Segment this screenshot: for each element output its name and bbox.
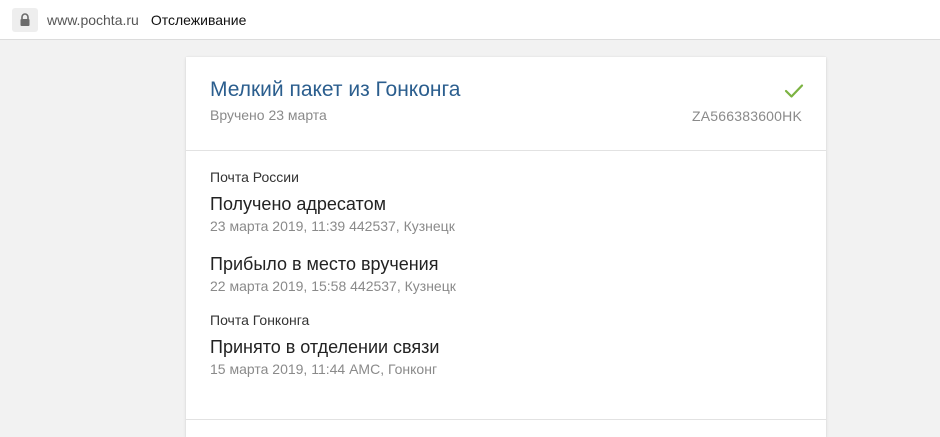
card-header: Мелкий пакет из Гонконга Вручено 23 март… — [186, 57, 826, 151]
event-title: Прибыло в место вручения — [210, 254, 439, 274]
card-divider — [186, 419, 826, 420]
event-meta: 23 марта 2019, 11:39 442537, Кузнецк — [210, 218, 455, 234]
carrier-name: Почта России — [210, 169, 299, 185]
browser-address-bar[interactable]: www.pochta.ru Отслеживание — [0, 0, 940, 40]
lock-icon[interactable] — [12, 8, 38, 32]
url-domain: www.pochta.ru — [47, 12, 139, 28]
tracking-number[interactable]: ZA566383600HK — [692, 108, 802, 124]
tracking-event: Прибыло в место вручения 22 марта 2019, … — [210, 252, 802, 296]
event-meta: 15 марта 2019, 11:44 AMC, Гонконг — [210, 361, 438, 377]
event-title: Принято в отделении связи — [210, 337, 440, 357]
carrier-name: Почта Гонконга — [210, 312, 310, 328]
package-title: Мелкий пакет из Гонконга — [210, 78, 461, 101]
tracking-events: Почта России Получено адресатом 23 марта… — [186, 151, 826, 379]
tracking-event: Получено адресатом 23 марта 2019, 11:39 … — [210, 192, 802, 236]
check-icon — [784, 84, 804, 98]
url-page-title: Отслеживание — [150, 12, 247, 28]
event-title: Получено адресатом — [210, 194, 386, 214]
tracking-card: Мелкий пакет из Гонконга Вручено 23 март… — [186, 57, 826, 437]
event-meta: 22 марта 2019, 15:58 442537, Кузнецк — [210, 278, 456, 294]
package-status: Вручено 23 марта — [210, 107, 327, 123]
carrier-group: Почта России Получено адресатом 23 марта… — [210, 169, 802, 296]
carrier-group: Почта Гонконга Принято в отделении связи… — [210, 312, 802, 379]
tracking-event: Принято в отделении связи 15 марта 2019,… — [210, 335, 802, 379]
url-text[interactable]: www.pochta.ru Отслеживание — [47, 12, 246, 28]
